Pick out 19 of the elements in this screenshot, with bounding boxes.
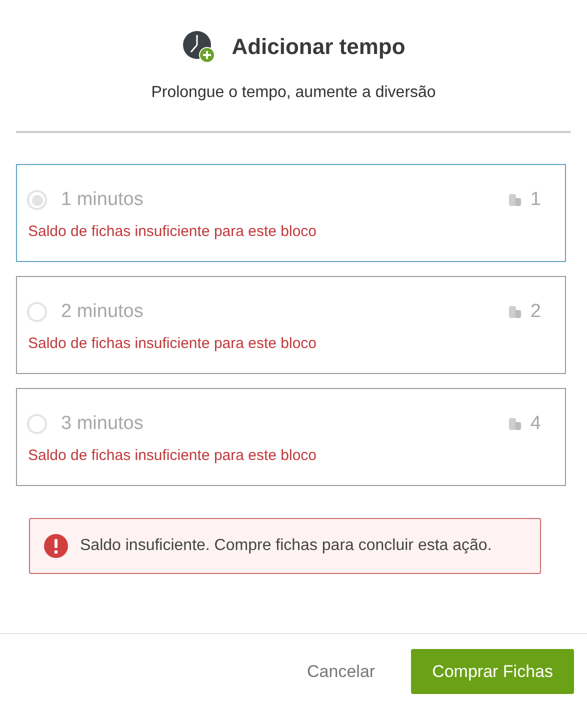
buy-button[interactable]: Comprar Fichas xyxy=(411,649,574,694)
coin-cost: 1 xyxy=(530,189,541,211)
clock-add-icon xyxy=(182,30,216,64)
error-message: Saldo de fichas insuficiente para este bloco xyxy=(28,223,318,240)
option-label: 1 minutos xyxy=(61,189,144,211)
alert-message: Saldo insuficiente. Compre fichas para concluir esta ação. xyxy=(80,537,492,555)
coins-icon xyxy=(508,193,522,207)
coin-cost: 2 xyxy=(530,301,541,323)
error-message: Saldo de fichas insuficiente para este bloco xyxy=(28,335,318,352)
cancel-button[interactable]: Cancelar xyxy=(307,662,376,682)
dialog-subtitle: Prolongue o tempo, aumente a diversão xyxy=(150,84,437,102)
option-label: 3 minutos xyxy=(61,413,144,435)
exclamation-icon xyxy=(44,534,68,558)
coins-icon xyxy=(508,305,522,319)
coins-icon xyxy=(508,417,522,431)
option-label: 2 minutos xyxy=(61,301,144,323)
dialog-title: Adicionar tempo xyxy=(232,34,406,60)
coin-cost: 4 xyxy=(530,413,541,435)
error-message: Saldo de fichas insuficiente para este bloco xyxy=(28,447,318,464)
